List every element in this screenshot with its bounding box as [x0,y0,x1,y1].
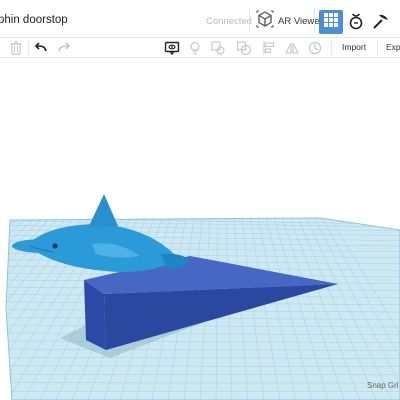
cruise-icon[interactable] [307,40,323,56]
grid-view-button[interactable] [319,10,343,34]
divider [249,8,250,32]
bricks-icon[interactable] [371,11,391,31]
undo-icon[interactable] [33,40,49,56]
grid-view-icon [324,12,338,32]
trash-icon[interactable] [8,40,24,56]
divider [331,41,332,55]
note-icon[interactable] [164,40,180,56]
divider [28,41,29,55]
light-bulb-icon[interactable] [187,40,203,56]
edit-toolbar: Import Expo [0,38,400,58]
title-bar: phin doorstop Connected AR Viewer [0,0,400,38]
divider [377,41,378,55]
export-button[interactable]: Expo [386,42,400,52]
snap-grid-label[interactable]: Snap Gri [367,381,399,390]
ar-viewer-label: AR Viewer [278,15,323,27]
divider [314,8,315,32]
group-icon[interactable] [236,40,252,56]
ar-cube-icon [256,10,274,33]
redo-icon[interactable] [56,40,72,56]
shape-toggle-icon[interactable] [210,40,226,56]
mirror-icon[interactable] [284,40,300,56]
align-icon[interactable] [261,40,277,56]
scene-canvas[interactable] [0,58,400,400]
import-button[interactable]: Import [342,42,366,52]
design-title[interactable]: phin doorstop [0,14,68,26]
workplane-viewport[interactable] [0,58,400,400]
connection-status: Connected [206,16,252,27]
sim-lab-icon[interactable] [346,11,366,31]
ar-viewer-button[interactable]: AR Viewer [256,10,323,32]
